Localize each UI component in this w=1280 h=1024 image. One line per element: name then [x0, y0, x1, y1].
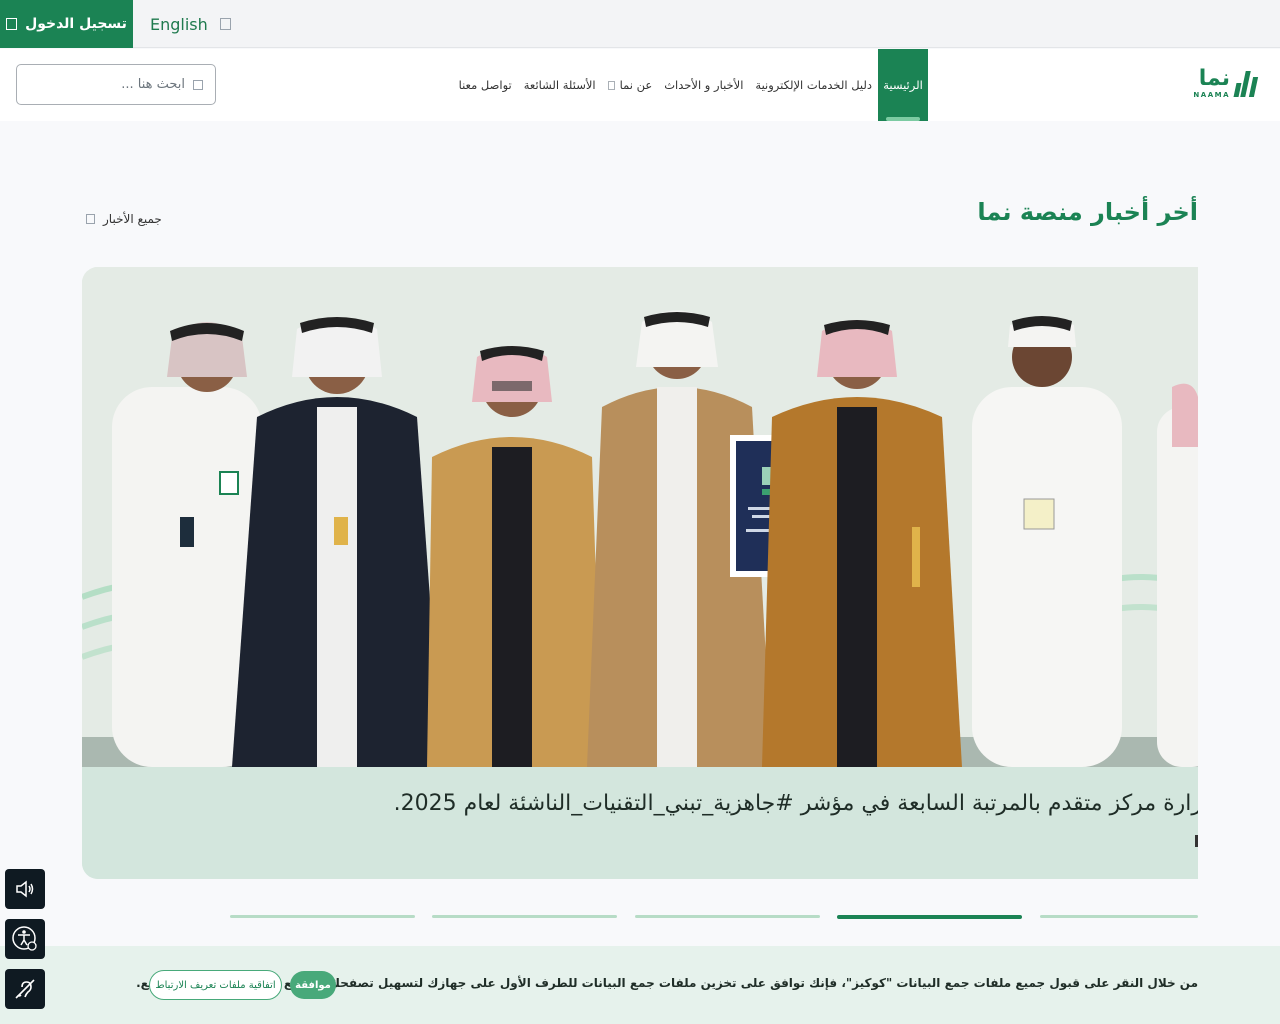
language-label: English: [150, 14, 208, 34]
logo-text-ar: نما: [1198, 66, 1230, 91]
chevron-down-icon: [607, 80, 615, 90]
nav-item-label: عن نما: [619, 78, 653, 92]
all-news-label: جميع الأخبار: [103, 212, 162, 226]
nav-item-label: الأخبار و الأحداث: [664, 78, 744, 92]
nav-item-home[interactable]: الرئيسية: [878, 49, 928, 121]
nav-item-eservices-guide[interactable]: دليل الخدمات الإلكترونية: [749, 49, 878, 121]
hearing-glyph: [15, 979, 35, 999]
cookie-accept-button[interactable]: موافقة: [290, 971, 336, 999]
site-logo[interactable]: نما NAAMA: [1190, 66, 1259, 103]
accessibility-settings-icon[interactable]: [5, 919, 45, 959]
nav-item-news-events[interactable]: الأخبار و الأحداث: [658, 49, 749, 121]
all-news-link[interactable]: جميع الأخبار: [86, 212, 162, 226]
news-caption[interactable]: زارة مركز متقدم بالمرتبة السابعة في مؤشر…: [82, 767, 1198, 879]
nav-item-faq[interactable]: الأسئلة الشائعة: [518, 49, 602, 121]
top-bar: تسجيل الدخول English: [0, 0, 1280, 48]
nav-item-label: تواصل معنا: [458, 78, 512, 92]
nav-item-contact[interactable]: تواصل معنا: [453, 49, 518, 121]
main-header: الرئيسية دليل الخدمات الإلكترونية الأخبا…: [0, 49, 1280, 121]
news-photo-illustration: [82, 267, 1198, 767]
globe-icon: [219, 18, 231, 30]
search-icon[interactable]: [193, 79, 203, 90]
main-nav: الرئيسية دليل الخدمات الإلكترونية الأخبا…: [453, 49, 928, 121]
section-title: أخر أخبار منصة نما: [977, 198, 1198, 226]
pager-dot[interactable]: [432, 915, 617, 918]
nav-item-label: دليل الخدمات الإلكترونية: [755, 78, 872, 92]
pager-dot-active[interactable]: [837, 915, 1022, 919]
login-button[interactable]: تسجيل الدخول: [0, 0, 133, 48]
pager-dot[interactable]: [230, 915, 415, 918]
news-caption-text: زارة مركز متقدم بالمرتبة السابعة في مؤشر…: [393, 791, 1198, 816]
nav-item-about[interactable]: عن نما: [602, 49, 659, 121]
nav-item-label: الأسئلة الشائعة: [523, 78, 596, 92]
accessibility-settings-glyph: [12, 926, 37, 951]
hearing-icon[interactable]: [5, 969, 45, 1009]
login-label: تسجيل الدخول: [25, 16, 127, 32]
speaker-icon[interactable]: [5, 869, 45, 909]
pager-dot[interactable]: [1040, 915, 1198, 918]
search-box[interactable]: [16, 64, 216, 105]
logo-mark-icon: [1233, 69, 1259, 97]
logo-text-en: NAAMA: [1193, 91, 1230, 99]
search-input[interactable]: [25, 69, 185, 100]
cookie-banner: من خلال النقر على قبول جميع ملفات جمع ال…: [0, 946, 1280, 1024]
pager-dot[interactable]: [635, 915, 820, 918]
language-switch-button[interactable]: English: [150, 0, 231, 48]
nav-item-label: الرئيسية: [883, 78, 923, 92]
caption-overflow-mark: [1195, 835, 1198, 847]
news-photo: [82, 267, 1198, 767]
cookie-policy-button[interactable]: اتفاقية ملفات تعريف الارتباط: [149, 970, 282, 1000]
login-icon: [6, 18, 18, 30]
slider-pager: [230, 915, 1198, 919]
speaker-icon-glyph: [16, 880, 34, 898]
news-slide-card[interactable]: زارة مركز متقدم بالمرتبة السابعة في مؤشر…: [82, 267, 1198, 879]
arrow-icon: [86, 214, 95, 224]
